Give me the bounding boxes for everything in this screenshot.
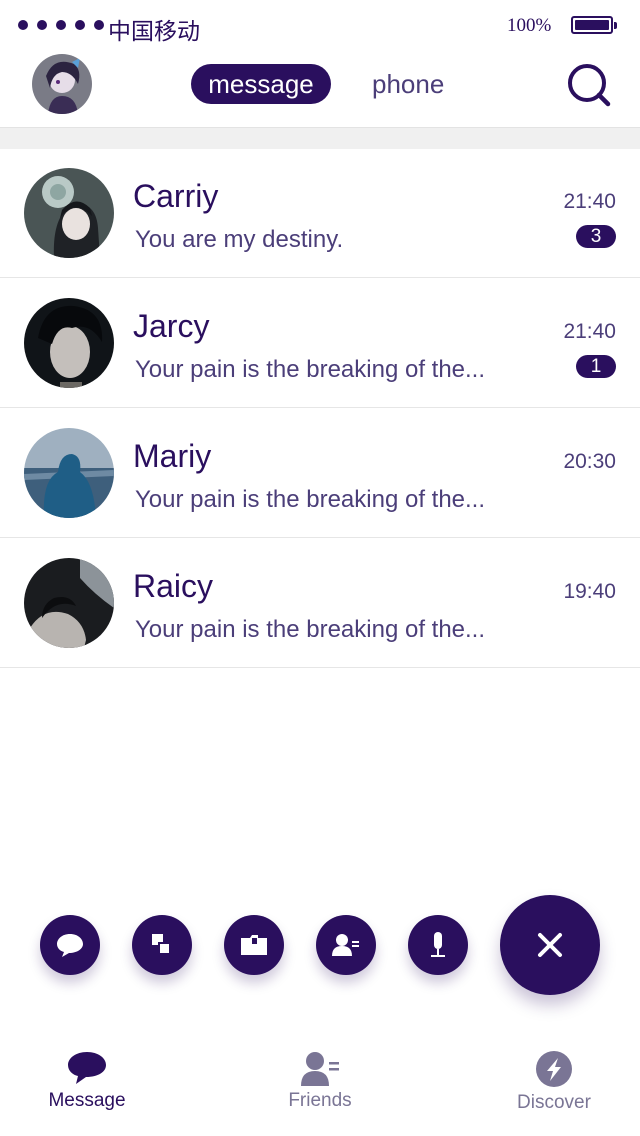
message-time: 20:30 xyxy=(563,450,616,473)
battery-icon xyxy=(571,16,617,34)
avatar[interactable] xyxy=(24,298,114,388)
nav-label: Discover xyxy=(517,1092,591,1113)
contact-name: Raicy xyxy=(133,568,214,604)
conversation-list: Carriy You are my destiny. 21:40 3 Jarcy… xyxy=(0,148,640,668)
contact-name: Jarcy xyxy=(133,308,210,344)
contact-name: Carriy xyxy=(133,178,219,214)
folder-icon[interactable] xyxy=(224,915,284,975)
message-preview: Your pain is the breaking of the... xyxy=(135,356,486,383)
status-bar: 中国移动 100% xyxy=(0,0,640,52)
contact-name: Mariy xyxy=(133,438,212,474)
nav-label: Friends xyxy=(288,1090,352,1111)
nav-label: Message xyxy=(48,1090,126,1111)
tab-phone[interactable]: phone xyxy=(372,64,444,104)
nav-discover[interactable]: Discover xyxy=(484,1040,624,1114)
copy-icon[interactable] xyxy=(132,915,192,975)
bottom-navigation: Message Friends Discover xyxy=(0,1040,640,1136)
section-divider xyxy=(0,127,640,149)
add-contact-icon[interactable] xyxy=(316,915,376,975)
friends-icon xyxy=(301,1052,339,1086)
nav-message[interactable]: Message xyxy=(17,1040,157,1112)
discover-icon xyxy=(536,1051,572,1087)
carrier-name: 中国移动 xyxy=(108,19,200,45)
message-time: 19:40 xyxy=(563,580,616,603)
message-preview: Your pain is the breaking of the... xyxy=(135,486,486,513)
message-icon xyxy=(68,1052,106,1084)
message-time: 21:40 xyxy=(563,190,616,213)
unread-badge: 1 xyxy=(576,355,616,378)
signal-strength-icon xyxy=(18,20,104,30)
close-icon[interactable] xyxy=(500,895,600,995)
search-icon[interactable] xyxy=(566,62,612,108)
my-avatar[interactable] xyxy=(32,54,92,114)
nav-friends[interactable]: Friends xyxy=(250,1040,390,1112)
message-preview: You are my destiny. xyxy=(135,226,344,253)
avatar[interactable] xyxy=(24,168,114,258)
message-preview: Your pain is the breaking of the... xyxy=(135,616,486,643)
avatar[interactable] xyxy=(24,558,114,648)
chat-bubble-icon[interactable] xyxy=(40,915,100,975)
top-header: message phone xyxy=(0,52,640,128)
battery-percent: 100% xyxy=(507,15,552,36)
microphone-icon[interactable] xyxy=(408,915,468,975)
tab-message[interactable]: message xyxy=(191,64,331,104)
quick-actions xyxy=(0,895,640,1000)
conversation-item[interactable]: Mariy Your pain is the breaking of the..… xyxy=(0,408,640,538)
unread-badge: 3 xyxy=(576,225,616,248)
conversation-item[interactable]: Raicy Your pain is the breaking of the..… xyxy=(0,538,640,668)
message-time: 21:40 xyxy=(563,320,616,343)
conversation-item[interactable]: Carriy You are my destiny. 21:40 3 xyxy=(0,148,640,278)
avatar[interactable] xyxy=(24,428,114,518)
conversation-item[interactable]: Jarcy Your pain is the breaking of the..… xyxy=(0,278,640,408)
